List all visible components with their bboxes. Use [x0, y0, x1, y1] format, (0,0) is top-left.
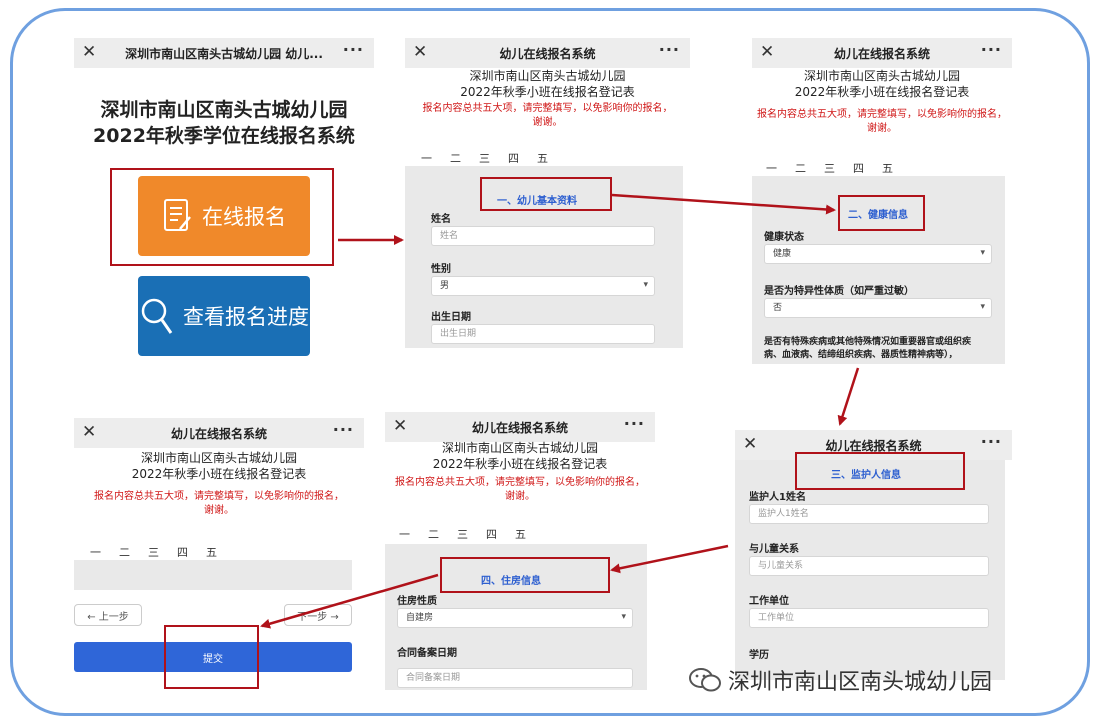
- arrow-basic-to-health: [611, 193, 836, 215]
- arrow-housing-to-submit: [260, 573, 439, 629]
- arrow-guardian-to-housing: [610, 544, 729, 574]
- arrow-health-to-guardian: [837, 367, 860, 426]
- watermark-text: 深圳市南山区南头城幼儿园: [728, 670, 993, 695]
- wechat-icon: [689, 668, 721, 692]
- flow-arrows: [260, 193, 860, 629]
- watermark: 深圳市南山区南头城幼儿园: [688, 664, 992, 696]
